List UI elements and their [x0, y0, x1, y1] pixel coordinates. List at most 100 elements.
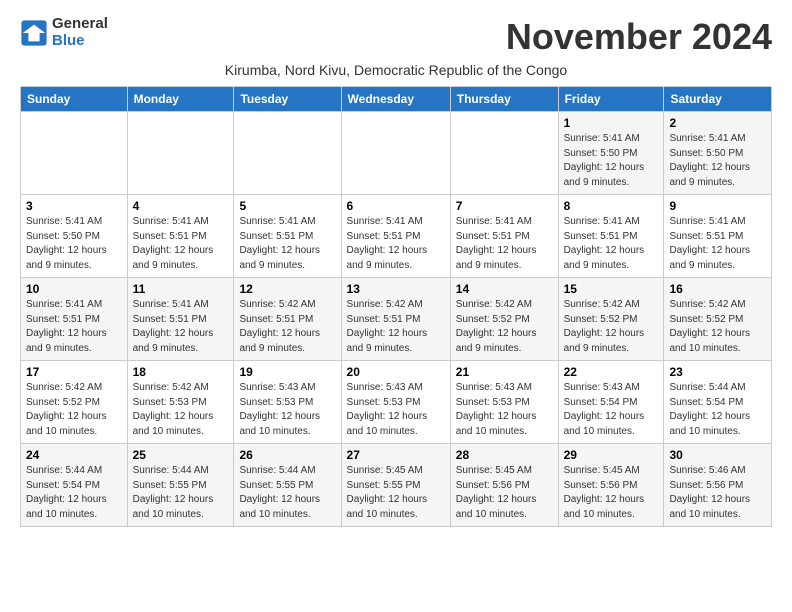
calendar-week-row: 17Sunrise: 5:42 AM Sunset: 5:52 PM Dayli…	[21, 361, 772, 444]
calendar-cell: 14Sunrise: 5:42 AM Sunset: 5:52 PM Dayli…	[450, 278, 558, 361]
day-info: Sunrise: 5:41 AM Sunset: 5:50 PM Dayligh…	[564, 132, 659, 190]
day-info: Sunrise: 5:42 AM Sunset: 5:53 PM Dayligh…	[133, 381, 229, 439]
day-info: Sunrise: 5:43 AM Sunset: 5:54 PM Dayligh…	[564, 381, 659, 439]
day-number: 6	[347, 199, 445, 213]
logo-icon	[20, 19, 48, 47]
calendar-cell: 5 Sunrise: 5:41 AM Sunset: 5:51 PM Daylig…	[234, 195, 341, 278]
calendar-week-row: 1 Sunrise: 5:41 AM Sunset: 5:50 PM Daylig…	[21, 112, 772, 195]
day-info: Sunrise: 5:42 AM Sunset: 5:52 PM Dayligh…	[26, 381, 122, 439]
day-info: Sunrise: 5:41 AM Sunset: 5:51 PM Dayligh…	[239, 215, 335, 273]
day-info: Sunrise: 5:42 AM Sunset: 5:52 PM Dayligh…	[564, 298, 659, 356]
day-number: 26	[239, 448, 335, 462]
column-header-tuesday: Tuesday	[234, 87, 341, 112]
day-info: Sunrise: 5:45 AM Sunset: 5:56 PM Dayligh…	[564, 464, 659, 522]
column-header-saturday: Saturday	[664, 87, 772, 112]
calendar-cell	[21, 112, 128, 195]
day-number: 16	[669, 282, 766, 296]
day-number: 19	[239, 365, 335, 379]
day-info: Sunrise: 5:42 AM Sunset: 5:51 PM Dayligh…	[239, 298, 335, 356]
day-info: Sunrise: 5:41 AM Sunset: 5:51 PM Dayligh…	[564, 215, 659, 273]
day-info: Sunrise: 5:41 AM Sunset: 5:51 PM Dayligh…	[347, 215, 445, 273]
day-info: Sunrise: 5:41 AM Sunset: 5:51 PM Dayligh…	[669, 215, 766, 273]
day-info: Sunrise: 5:43 AM Sunset: 5:53 PM Dayligh…	[347, 381, 445, 439]
calendar-cell: 10 Sunrise: 5:41 AM Sunset: 5:51 PM Dayli…	[21, 278, 128, 361]
day-info: Sunrise: 5:45 AM Sunset: 5:56 PM Dayligh…	[456, 464, 553, 522]
day-info: Sunrise: 5:44 AM Sunset: 5:54 PM Dayligh…	[26, 464, 122, 522]
day-number: 15	[564, 282, 659, 296]
day-info: Sunrise: 5:44 AM Sunset: 5:54 PM Dayligh…	[669, 381, 766, 439]
day-info: Sunrise: 5:41 AM Sunset: 5:51 PM Dayligh…	[26, 298, 122, 356]
day-info: Sunrise: 5:41 AM Sunset: 5:51 PM Dayligh…	[133, 298, 229, 356]
calendar-cell: 12 Sunrise: 5:42 AM Sunset: 5:51 PM Dayli…	[234, 278, 341, 361]
calendar-cell: 6 Sunrise: 5:41 AM Sunset: 5:51 PM Daylig…	[341, 195, 450, 278]
day-number: 5	[239, 199, 335, 213]
calendar-cell: 29Sunrise: 5:45 AM Sunset: 5:56 PM Dayli…	[558, 444, 664, 527]
calendar-cell: 24 Sunrise: 5:44 AM Sunset: 5:54 PM Dayli…	[21, 444, 128, 527]
day-info: Sunrise: 5:43 AM Sunset: 5:53 PM Dayligh…	[456, 381, 553, 439]
day-number: 3	[26, 199, 122, 213]
calendar-cell: 8 Sunrise: 5:41 AM Sunset: 5:51 PM Daylig…	[558, 195, 664, 278]
day-number: 27	[347, 448, 445, 462]
day-number: 24	[26, 448, 122, 462]
column-header-wednesday: Wednesday	[341, 87, 450, 112]
day-number: 23	[669, 365, 766, 379]
day-info: Sunrise: 5:41 AM Sunset: 5:51 PM Dayligh…	[133, 215, 229, 273]
calendar-cell: 17Sunrise: 5:42 AM Sunset: 5:52 PM Dayli…	[21, 361, 128, 444]
calendar-cell: 26 Sunrise: 5:44 AM Sunset: 5:55 PM Dayli…	[234, 444, 341, 527]
day-number: 11	[133, 282, 229, 296]
month-title: November 2024	[506, 16, 772, 58]
calendar-cell	[234, 112, 341, 195]
calendar-cell: 16Sunrise: 5:42 AM Sunset: 5:52 PM Dayli…	[664, 278, 772, 361]
calendar-cell	[341, 112, 450, 195]
day-info: Sunrise: 5:41 AM Sunset: 5:50 PM Dayligh…	[26, 215, 122, 273]
calendar-week-row: 3 Sunrise: 5:41 AM Sunset: 5:50 PM Daylig…	[21, 195, 772, 278]
calendar-cell: 22 Sunrise: 5:43 AM Sunset: 5:54 PM Dayli…	[558, 361, 664, 444]
column-header-thursday: Thursday	[450, 87, 558, 112]
day-number: 10	[26, 282, 122, 296]
calendar-cell: 21 Sunrise: 5:43 AM Sunset: 5:53 PM Dayli…	[450, 361, 558, 444]
day-number: 20	[347, 365, 445, 379]
calendar-cell: 25Sunrise: 5:44 AM Sunset: 5:55 PM Dayli…	[127, 444, 234, 527]
calendar-cell: 11 Sunrise: 5:41 AM Sunset: 5:51 PM Dayli…	[127, 278, 234, 361]
day-info: Sunrise: 5:41 AM Sunset: 5:50 PM Dayligh…	[669, 132, 766, 190]
day-number: 9	[669, 199, 766, 213]
logo-blue-text: Blue	[52, 33, 108, 50]
calendar-table: SundayMondayTuesdayWednesdayThursdayFrid…	[20, 86, 772, 527]
day-number: 7	[456, 199, 553, 213]
logo-general-text: General	[52, 16, 108, 33]
calendar-week-row: 24 Sunrise: 5:44 AM Sunset: 5:54 PM Dayli…	[21, 444, 772, 527]
calendar-cell: 1 Sunrise: 5:41 AM Sunset: 5:50 PM Daylig…	[558, 112, 664, 195]
day-number: 21	[456, 365, 553, 379]
calendar-cell: 28 Sunrise: 5:45 AM Sunset: 5:56 PM Dayli…	[450, 444, 558, 527]
calendar-cell: 30 Sunrise: 5:46 AM Sunset: 5:56 PM Dayli…	[664, 444, 772, 527]
day-number: 1	[564, 116, 659, 130]
calendar-cell: 2 Sunrise: 5:41 AM Sunset: 5:50 PM Daylig…	[664, 112, 772, 195]
day-number: 22	[564, 365, 659, 379]
day-info: Sunrise: 5:41 AM Sunset: 5:51 PM Dayligh…	[456, 215, 553, 273]
day-number: 12	[239, 282, 335, 296]
calendar-cell: 27 Sunrise: 5:45 AM Sunset: 5:55 PM Dayli…	[341, 444, 450, 527]
day-number: 30	[669, 448, 766, 462]
calendar-cell: 9 Sunrise: 5:41 AM Sunset: 5:51 PM Daylig…	[664, 195, 772, 278]
subtitle: Kirumba, Nord Kivu, Democratic Republic …	[20, 62, 772, 78]
calendar-cell: 7 Sunrise: 5:41 AM Sunset: 5:51 PM Daylig…	[450, 195, 558, 278]
calendar-cell	[450, 112, 558, 195]
calendar-cell: 3 Sunrise: 5:41 AM Sunset: 5:50 PM Daylig…	[21, 195, 128, 278]
calendar-week-row: 10 Sunrise: 5:41 AM Sunset: 5:51 PM Dayli…	[21, 278, 772, 361]
day-info: Sunrise: 5:44 AM Sunset: 5:55 PM Dayligh…	[239, 464, 335, 522]
day-number: 8	[564, 199, 659, 213]
day-number: 28	[456, 448, 553, 462]
calendar-cell: 15 Sunrise: 5:42 AM Sunset: 5:52 PM Dayli…	[558, 278, 664, 361]
logo: General Blue	[20, 16, 108, 49]
calendar-cell	[127, 112, 234, 195]
day-number: 13	[347, 282, 445, 296]
calendar-cell: 20 Sunrise: 5:43 AM Sunset: 5:53 PM Dayli…	[341, 361, 450, 444]
day-info: Sunrise: 5:46 AM Sunset: 5:56 PM Dayligh…	[669, 464, 766, 522]
day-info: Sunrise: 5:44 AM Sunset: 5:55 PM Dayligh…	[133, 464, 229, 522]
column-header-friday: Friday	[558, 87, 664, 112]
day-info: Sunrise: 5:42 AM Sunset: 5:51 PM Dayligh…	[347, 298, 445, 356]
calendar-header-row: SundayMondayTuesdayWednesdayThursdayFrid…	[21, 87, 772, 112]
day-info: Sunrise: 5:45 AM Sunset: 5:55 PM Dayligh…	[347, 464, 445, 522]
calendar-cell: 13 Sunrise: 5:42 AM Sunset: 5:51 PM Dayli…	[341, 278, 450, 361]
day-number: 2	[669, 116, 766, 130]
